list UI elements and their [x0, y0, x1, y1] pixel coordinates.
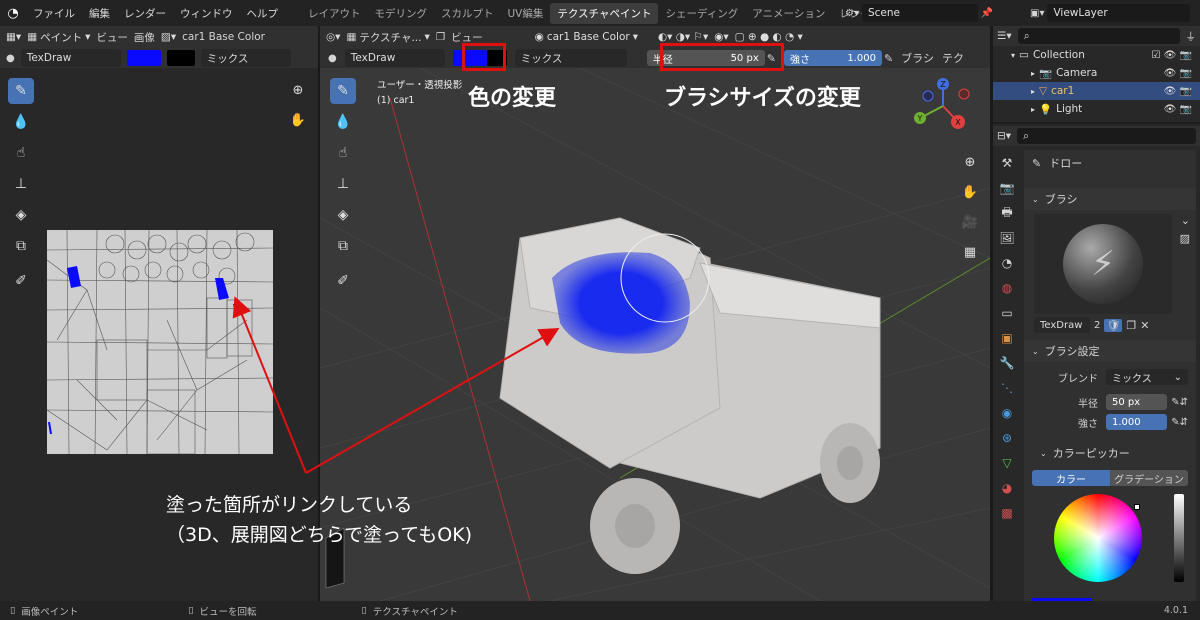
status-left-text: 画像ペイント [21, 606, 79, 618]
light-visibility-icons[interactable]: 👁 📷 [1164, 104, 1192, 115]
brush-image-icon[interactable]: ▨ [1180, 232, 1190, 245]
outliner-row-light[interactable]: ▸ 💡 Light 👁 📷 [993, 100, 1200, 118]
active-tool-name: ドロー [1049, 157, 1083, 170]
mouse-left-icon: ▯ [10, 605, 16, 616]
status-middle-text: ビューを回転 [199, 606, 257, 618]
properties-search[interactable]: ⌕ [1017, 128, 1196, 144]
outliner-row-collection[interactable]: ▾ ▭ Collection ☑ 👁 📷 [993, 46, 1200, 64]
properties-header: ⊟▾ ⌕ [993, 126, 1200, 146]
constraints-tab-icon[interactable]: ⊛ [996, 427, 1018, 449]
radius-pressure-icon-prop[interactable]: ✎⇵ [1171, 397, 1188, 408]
color-wheel-cursor[interactable] [1134, 504, 1140, 510]
material-tab-icon[interactable]: ◕ [996, 477, 1018, 499]
radius-row: 半径 50 px ✎⇵ [1024, 392, 1196, 412]
fake-user-shield-icon[interactable]: 🛡 [1104, 318, 1123, 332]
radius-label: 半径 [1078, 398, 1098, 410]
strength-row: 強さ 1.000 ✎⇵ [1024, 412, 1196, 432]
camera-visibility-icons[interactable]: 👁 📷 [1164, 68, 1192, 79]
tool-tab-icon[interactable]: ⚒ [996, 152, 1018, 174]
filter-icon[interactable]: ⏚ [1186, 29, 1197, 44]
modifier-tab-icon[interactable]: 🔧 [996, 352, 1018, 374]
mouse-middle-icon: ▯ [188, 605, 194, 616]
strength-slider[interactable]: 1.000 [1106, 414, 1168, 430]
version-label: 4.0.1 [1163, 605, 1188, 616]
brush-sphere-icon: ⚡ [1063, 224, 1143, 304]
strength-label: 強さ [1078, 418, 1098, 430]
color-picker-header[interactable]: ⌄ カラーピッカー [1024, 442, 1196, 464]
brush-datablock-name[interactable]: TexDraw [1034, 317, 1090, 333]
car1-visibility-icons[interactable]: 👁 📷 [1164, 86, 1192, 97]
view-layer-tab-icon[interactable]: 🖼 [996, 227, 1018, 249]
object-tab-icon[interactable]: ▣ [996, 327, 1018, 349]
output-tab-icon[interactable]: 🖶 [996, 202, 1018, 224]
visibility-icons[interactable]: ☑ 👁 📷 [1152, 50, 1192, 61]
tab-gradient[interactable]: グラデーション [1110, 470, 1188, 486]
outliner-row-car1[interactable]: ▸ ▽ car1 👁 📷 [993, 82, 1200, 100]
properties-content: ✎ ドロー ⌄ ブラシ ⚡ ⌄ ▨ TexDraw 2 🛡 ❐ ✕ ⌄ ブラシ設定 … [1024, 150, 1196, 601]
brush-preview[interactable]: ⚡ [1034, 214, 1172, 314]
texture-tab-icon[interactable]: ▩ [996, 502, 1018, 524]
linked-paint-note: 塗った箇所がリンクしている （3D、展開図どちらで塗ってもOK) [166, 494, 473, 546]
collection-icon: ▭ [1019, 49, 1029, 61]
brush-list-expand-icon[interactable]: ⌄ [1181, 214, 1190, 227]
color-wheel[interactable] [1054, 494, 1142, 582]
radius-slider[interactable]: 50 px [1106, 394, 1168, 410]
tab-color[interactable]: カラー [1032, 470, 1110, 486]
world-tab-icon[interactable]: ◍ [996, 277, 1018, 299]
color-picker [1024, 486, 1196, 586]
blend-select[interactable]: ミックス ⌄ [1106, 369, 1188, 385]
blend-label: ブレンド [1058, 373, 1098, 385]
brush-users-count[interactable]: 2 [1094, 320, 1100, 331]
value-slider[interactable] [1174, 494, 1184, 582]
strength-pressure-icon-prop[interactable]: ✎⇵ [1171, 417, 1188, 428]
blend-row: ブレンド ミックス ⌄ [1024, 366, 1196, 388]
status-right-text: テクスチャペイント [372, 606, 458, 618]
render-tab-icon[interactable]: 📷 [996, 177, 1018, 199]
status-bar: ▯ 画像ペイント ▯ ビューを回転 ▯ テクスチャペイント 4.0.1 [0, 601, 1200, 620]
outliner-header: ☰▾ ⌕ ⏚ [993, 26, 1200, 46]
data-tab-icon[interactable]: ▽ [996, 452, 1018, 474]
mesh-icon: ▽ [1039, 85, 1048, 97]
light-icon: 💡 [1039, 103, 1053, 116]
properties-tabs: ⚒ 📷 🖶 🖼 ◔ ◍ ▭ ▣ 🔧 ⋱ ◉ ⊛ ▽ ◕ ▩ [996, 152, 1018, 524]
outliner: ☰▾ ⌕ ⏚ ▾ ▭ Collection ☑ 👁 📷 ▸ 📷 Camera 👁… [993, 26, 1200, 122]
draw-brush-icon: ✎ [1032, 156, 1042, 170]
scene-tab-icon[interactable]: ◔ [996, 252, 1018, 274]
properties-editor-icon[interactable]: ⊟▾ [997, 130, 1011, 142]
mouse-right-icon: ▯ [361, 605, 367, 616]
color-tabs: カラー グラデーション [1032, 470, 1188, 486]
outliner-row-camera[interactable]: ▸ 📷 Camera 👁 📷 [993, 64, 1200, 82]
particles-tab-icon[interactable]: ⋱ [996, 377, 1018, 399]
brush-panel: ⚡ ⌄ ▨ TexDraw 2 🛡 ❐ ✕ [1024, 210, 1196, 340]
physics-tab-icon[interactable]: ◉ [996, 402, 1018, 424]
brush-datablock: TexDraw 2 🛡 ❐ ✕ [1034, 316, 1184, 334]
unlink-icon[interactable]: ✕ [1140, 319, 1149, 332]
camera-icon: 📷 [1039, 67, 1053, 80]
brush-panel-header[interactable]: ⌄ ブラシ [1024, 188, 1196, 210]
outliner-editor-icon[interactable]: ☰▾ [997, 30, 1012, 42]
brush-settings-header[interactable]: ⌄ ブラシ設定 [1024, 340, 1196, 362]
outliner-search[interactable]: ⌕ [1017, 28, 1180, 44]
duplicate-icon[interactable]: ❐ [1126, 319, 1136, 332]
collection-tab-icon[interactable]: ▭ [996, 302, 1018, 324]
active-tool-row: ✎ ドロー [1024, 150, 1196, 176]
